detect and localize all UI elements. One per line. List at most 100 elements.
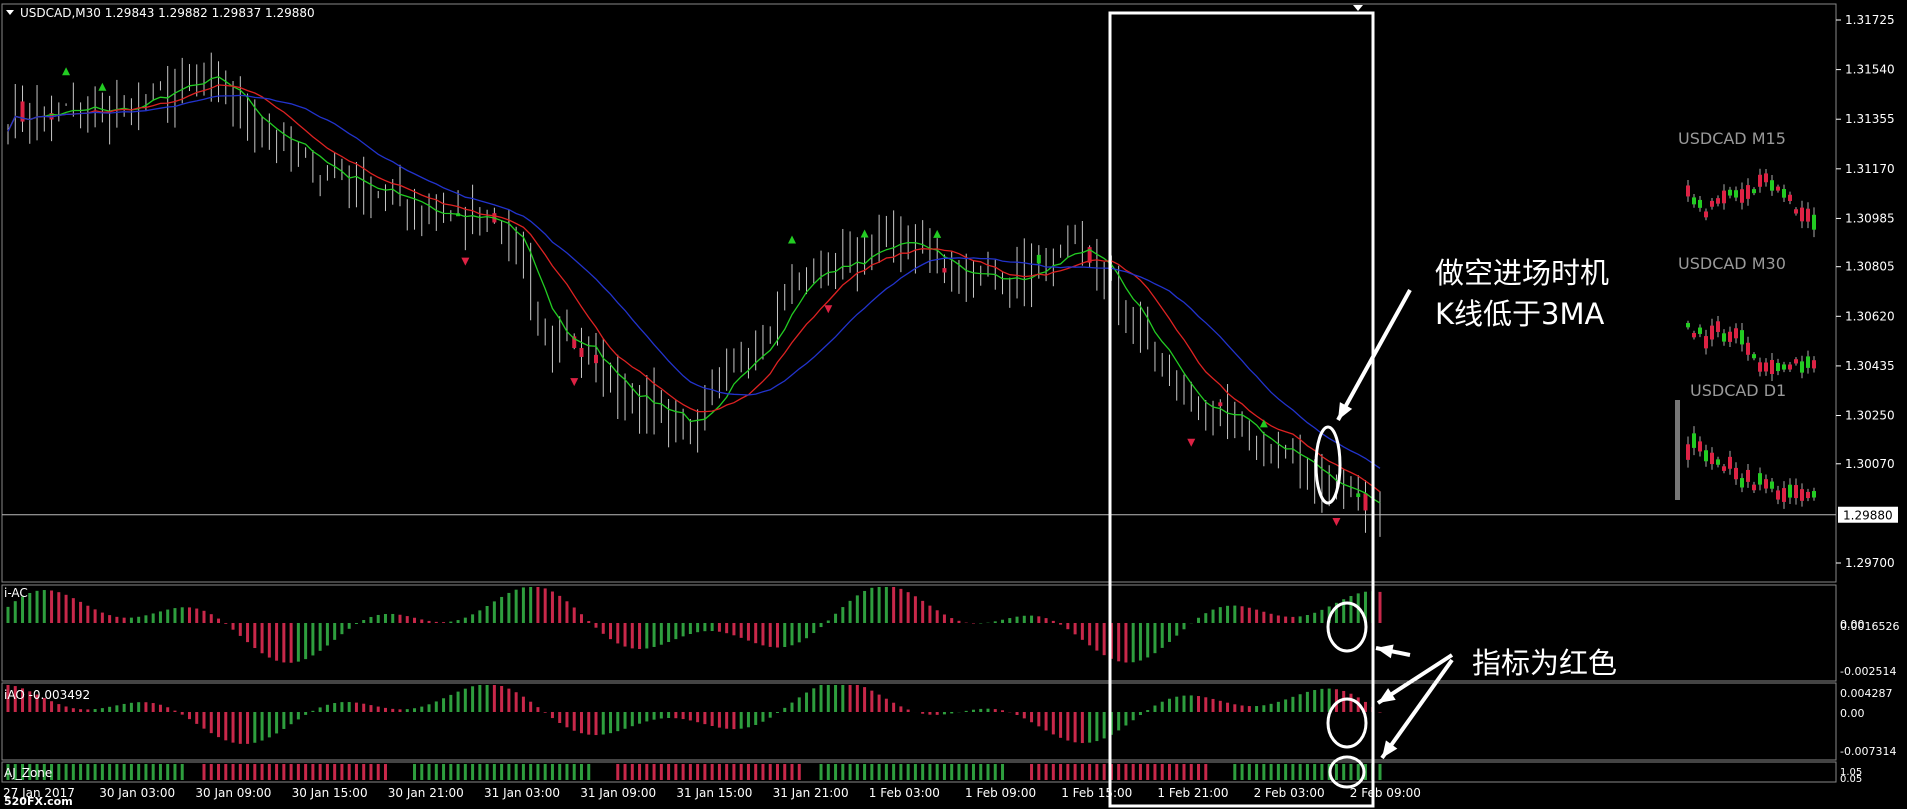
up-arrow-icon [860,229,869,238]
annotation-overlay [1108,5,1454,808]
candle-body [942,268,947,273]
candle-body [1356,493,1361,498]
ao-histogram [6,685,1382,744]
price-tick-label: 1.31170 [1845,162,1895,176]
mini-candle [1800,361,1804,373]
mini-candle [1770,180,1774,191]
price-tick-label: 1.31355 [1845,112,1895,126]
mini-candle [1722,466,1726,471]
signal-arrows [62,67,1341,526]
ac-tick-zero: 0.00 [1840,618,1865,631]
mini-candle [1752,354,1756,359]
time-axis-label: 30 Jan 15:00 [292,786,368,800]
mini-label-m30: USDCAD M30 [1678,254,1786,273]
mini-candle [1728,456,1732,469]
mini-candle [1746,342,1750,355]
mini-candle [1770,481,1774,489]
mini-charts [1675,168,1816,509]
time-axis-label: 30 Jan 21:00 [388,786,464,800]
mini-candle [1758,174,1762,187]
time-axis-label: 31 Jan 09:00 [580,786,656,800]
mini-candle [1800,207,1804,222]
mini-candle [1812,491,1816,498]
mini-candle [1704,211,1708,218]
mini-candle [1776,362,1780,372]
annotation-entry-line2: K线低于3MA [1435,297,1604,331]
mini-candle [1716,321,1720,332]
mini-candle [1764,479,1768,489]
price-tick-label: 1.29700 [1845,556,1895,570]
time-axis-label: 30 Jan 09:00 [195,786,271,800]
price-tick-label: 1.30070 [1845,457,1895,471]
mini-candle [1710,452,1714,465]
mini-label-d1: USDCAD D1 [1690,381,1786,400]
time-axis-label: 1 Feb 03:00 [869,786,940,800]
annotation-indicator-red: 指标为红色 [1472,646,1617,680]
down-arrow-icon [570,378,579,387]
mini-candle [1710,325,1714,340]
mini-candle [1704,450,1708,462]
price-tick-label: 1.30805 [1845,260,1895,274]
mini-candle [1734,467,1738,480]
mini-candle [1764,173,1768,183]
time-axis-label: 1 Feb 21:00 [1157,786,1228,800]
time-axis-label: 2 Feb 03:00 [1254,786,1325,800]
mini-candle [1812,360,1816,369]
symbol-header: USDCAD,M30 1.29843 1.29882 1.29837 1.298… [20,6,315,20]
ao-tick-top: 0.004287 [1840,687,1893,700]
mini-candle [1710,200,1714,207]
down-arrow-icon [1187,438,1196,447]
time-axis-label: 2 Feb 09:00 [1350,786,1421,800]
time-axis-label: 31 Jan 15:00 [676,786,752,800]
mini-candle [1728,331,1732,342]
time-axis-label: 1 Feb 15:00 [1061,786,1132,800]
ma-fast-line [7,76,1381,504]
ao-tick-zero: 0.00 [1840,707,1865,720]
price-tick-label: 1.31540 [1845,63,1895,77]
current-price-label: 1.29880 [1843,509,1893,523]
mini-candle [1716,198,1720,204]
panel-frame [1,3,1837,583]
ma-mid-line [7,84,1381,493]
price-tick-label: 1.31725 [1845,13,1895,27]
mini-candle [1758,362,1762,372]
price-axis: 1.31725 1.31540 1.31355 1.31170 1.30985 1.308… [2,13,1898,570]
down-arrow-icon [824,305,833,314]
ac-histogram [6,587,1382,663]
mini-candle [1698,441,1702,452]
mini-candle [1686,185,1690,197]
mini-candle [1692,433,1696,448]
mini-candle [1794,209,1798,214]
mini-candle [1752,484,1756,491]
mini-candle [1722,190,1726,204]
time-axis-label: 31 Jan 03:00 [484,786,560,800]
mini-candle [1788,194,1792,201]
chart-canvas: 1.31725 1.31540 1.31355 1.31170 1.30985 1.308… [1,3,1900,808]
down-arrow-icon [1332,517,1341,526]
time-axis-label: 30 Jan 03:00 [99,786,175,800]
mini-candle [1806,208,1810,222]
mini-candle [1746,185,1750,199]
mini-candle [1800,489,1804,501]
watermark: 520FX.com [4,795,73,808]
time-axis: 27 Jan 2017 30 Jan 03:00 30 Jan 09:00 30 Ja… [3,786,1421,800]
mini-candle [1776,186,1780,191]
time-axis-label: 1 Feb 09:00 [965,786,1036,800]
mini-candle [1794,359,1798,364]
up-arrow-icon [788,235,796,244]
ac-tick-bottom: -0.002514 [1840,665,1896,678]
menu-triangle-icon[interactable] [6,10,14,15]
mini-candle [1740,478,1744,488]
mini-candle [1812,214,1816,230]
price-tick-label: 1.30985 [1845,211,1895,225]
highlight-rectangle [1108,11,1375,808]
mini-candle [1788,484,1792,498]
annotation-entry-line1: 做空进场时机 [1435,256,1609,290]
window-marker-icon [1353,5,1363,11]
mini-candle [1740,189,1744,203]
mini-candle [1722,333,1726,342]
up-arrow-icon [933,229,942,238]
mini-candle [1698,199,1702,208]
candle-body [594,354,598,364]
mini-candle [1686,322,1690,328]
